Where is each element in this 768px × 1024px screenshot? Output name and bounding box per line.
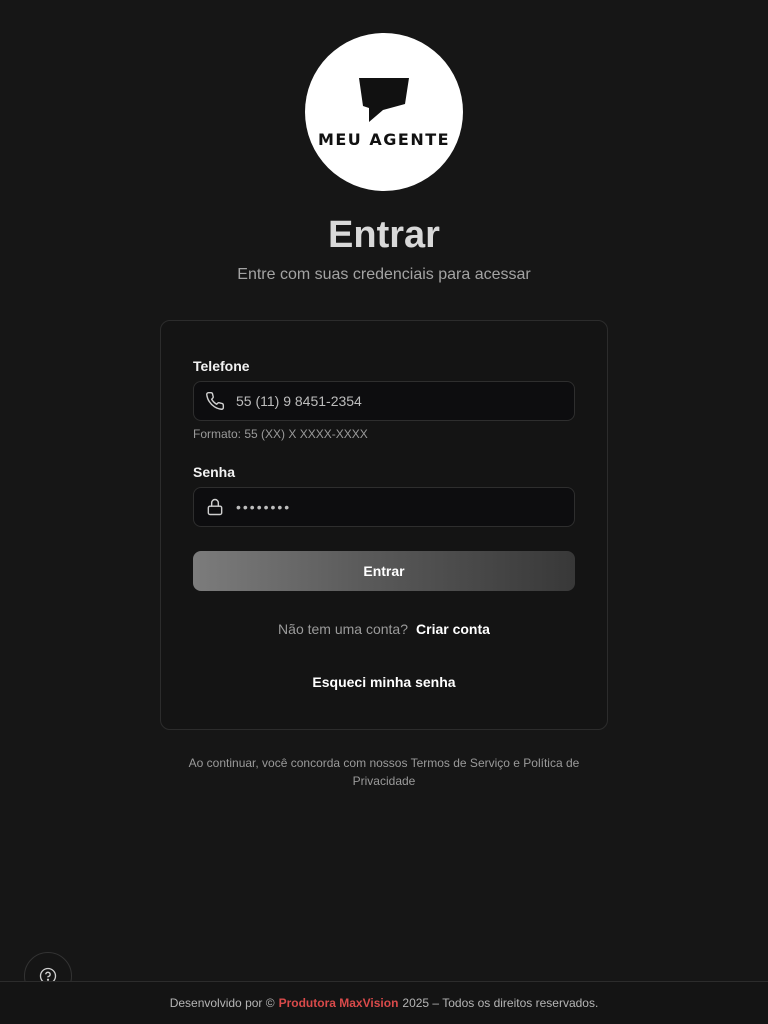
app-logo: MEU AGENTE bbox=[305, 33, 463, 191]
login-page: MEU AGENTE Entrar Entre com suas credenc… bbox=[0, 0, 768, 1024]
login-form: Telefone Formato: 55 (XX) X XXXX-XXXX Se… bbox=[160, 320, 608, 730]
password-input[interactable] bbox=[236, 488, 574, 526]
page-subtitle: Entre com suas credenciais para acessar bbox=[237, 266, 531, 283]
logo-text: MEU AGENTE bbox=[317, 129, 451, 149]
page-title: Entrar bbox=[328, 214, 440, 256]
phone-input[interactable] bbox=[236, 382, 574, 420]
terms-notice: Ao continuar, você concorda com nossos T… bbox=[188, 756, 580, 788]
lock-icon bbox=[194, 487, 236, 527]
no-account-text: Não tem uma conta? bbox=[278, 621, 409, 637]
create-account-link[interactable]: Criar conta bbox=[416, 621, 490, 637]
footer-suffix: 2025 – Todos os direitos reservados. bbox=[402, 996, 599, 1010]
forgot-password-link[interactable]: Esqueci minha senha bbox=[161, 674, 607, 690]
footer-brand-link[interactable]: Produtora MaxVision bbox=[279, 996, 399, 1010]
page-footer: Desenvolvido por © Produtora MaxVision 2… bbox=[0, 981, 768, 1024]
phone-field[interactable] bbox=[193, 381, 575, 421]
password-label: Senha bbox=[193, 464, 236, 480]
submit-button[interactable]: Entrar bbox=[193, 551, 575, 591]
phone-format-hint: Formato: 55 (XX) X XXXX-XXXX bbox=[193, 427, 368, 441]
password-field[interactable] bbox=[193, 487, 575, 527]
speech-bubble-logo-icon bbox=[359, 77, 409, 122]
phone-icon bbox=[194, 381, 236, 421]
signup-prompt: Não tem uma conta? Criar conta bbox=[161, 621, 607, 637]
phone-label: Telefone bbox=[193, 358, 250, 374]
footer-prefix: Desenvolvido por © bbox=[169, 996, 275, 1010]
